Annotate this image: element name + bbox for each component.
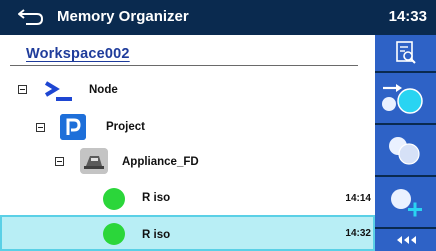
- clock: 14:33: [388, 8, 427, 25]
- clone-button[interactable]: [375, 125, 436, 175]
- appliance-icon: [80, 148, 108, 174]
- add-icon: [391, 189, 422, 217]
- start-test-button[interactable]: [375, 73, 436, 123]
- workspace-name[interactable]: Workspace002: [26, 46, 130, 62]
- title-bar: Memory Organizer 14:33: [0, 0, 436, 35]
- tree-row-measurement-selected[interactable]: R iso 14:32: [0, 215, 375, 251]
- measurement-label: R iso: [142, 192, 171, 204]
- status-ok-icon: [103, 223, 125, 245]
- node-prompt-icon: [44, 81, 72, 101]
- tree-row-project[interactable]: Project: [0, 109, 375, 145]
- action-sidebar: [375, 35, 436, 251]
- back-arrow-icon[interactable]: [16, 7, 46, 29]
- view-button[interactable]: [375, 35, 436, 71]
- measurement-label: R iso: [142, 229, 171, 241]
- more-options-button[interactable]: [375, 229, 436, 251]
- measurement-time: 14:32: [345, 228, 371, 239]
- collapse-toggle-icon[interactable]: [18, 85, 27, 94]
- collapse-toggle-icon[interactable]: [36, 123, 45, 132]
- clone-icon: [389, 137, 420, 165]
- tree-row-appliance[interactable]: Appliance_FD: [0, 144, 375, 180]
- tree-row-node[interactable]: Node: [0, 72, 375, 108]
- project-icon: [60, 114, 86, 140]
- measurement-time: 14:14: [345, 193, 371, 204]
- collapse-toggle-icon[interactable]: [55, 157, 64, 166]
- tree-row-measurement[interactable]: R iso 14:14: [0, 180, 375, 216]
- tree-label-node: Node: [89, 84, 118, 96]
- more-options-icon: [397, 236, 416, 244]
- status-ok-icon: [103, 188, 125, 210]
- workspace-divider: [10, 65, 358, 66]
- tree-label-appliance: Appliance_FD: [122, 156, 199, 168]
- view-document-icon: [396, 41, 416, 64]
- add-button[interactable]: [375, 177, 436, 227]
- tree-panel: Workspace002 Node Project Appliance_FD R…: [0, 35, 375, 251]
- tree-label-project: Project: [106, 121, 145, 133]
- page-title: Memory Organizer: [57, 8, 189, 25]
- start-test-icon: [382, 84, 423, 114]
